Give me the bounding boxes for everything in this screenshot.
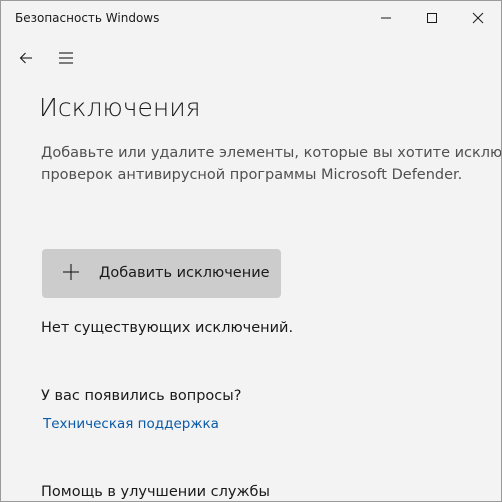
app-window: Безопасность Windows Исключения Добавьте…: [0, 0, 502, 502]
window-title: Безопасность Windows: [15, 11, 160, 25]
minimize-icon: [381, 17, 391, 19]
description-line-2: проверок антивирусной программы Microsof…: [41, 167, 463, 183]
plus-icon: [63, 264, 79, 280]
page-description: Добавьте или удалите элементы, которые в…: [41, 142, 502, 186]
minimize-button[interactable]: [363, 1, 409, 35]
menu-button[interactable]: [53, 45, 79, 71]
improve-service-heading: Помощь в улучшении службы: [41, 484, 270, 500]
description-line-1: Добавьте или удалите элементы, которые в…: [41, 145, 502, 161]
add-exclusion-button[interactable]: Добавить исключение: [42, 249, 281, 298]
technical-support-link[interactable]: Техническая поддержка: [43, 416, 219, 432]
maximize-button[interactable]: [409, 1, 455, 35]
back-button[interactable]: [13, 45, 39, 71]
hamburger-menu-icon: [59, 52, 73, 64]
page-title: Исключения: [39, 93, 201, 122]
title-bar: Безопасность Windows: [1, 1, 501, 35]
no-exclusions-text: Нет существующих исключений.: [41, 320, 294, 336]
back-arrow-icon: [19, 52, 32, 64]
maximize-icon: [427, 13, 437, 23]
close-icon: [472, 12, 484, 24]
close-button[interactable]: [455, 1, 501, 35]
questions-heading: У вас появились вопросы?: [41, 388, 242, 404]
add-exclusion-label: Добавить исключение: [99, 265, 270, 281]
